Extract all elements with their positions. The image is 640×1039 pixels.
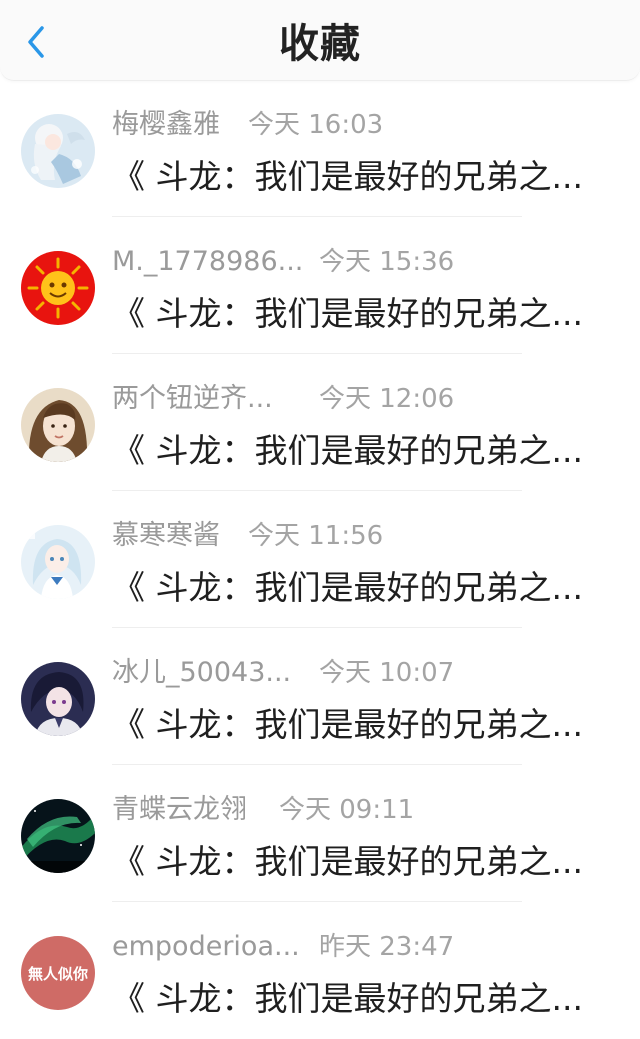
user-name: M._1778986... (112, 246, 304, 277)
timestamp: 今天 15:36 (319, 247, 455, 277)
top-nav-bar: 收藏 (0, 0, 640, 81)
page-title: 收藏 (279, 21, 361, 67)
user-name: 梅樱鑫雅 (112, 109, 220, 140)
timestamp: 今天 16:03 (248, 110, 384, 140)
avatar[interactable] (21, 525, 95, 599)
item-title: 《 斗龙：我们是最好的兄弟之... (112, 431, 583, 470)
timestamp: 昨天 23:47 (319, 932, 455, 962)
avatar[interactable] (21, 251, 95, 325)
user-name: 冰儿_50043... (112, 657, 292, 688)
avatar[interactable] (21, 114, 95, 188)
list-item[interactable]: 青蝶云龙翎 今天 09:11 《 斗龙：我们是最好的兄弟之... (0, 765, 640, 902)
avatar[interactable]: 無人似你 (21, 936, 95, 1010)
avatar-calligraphy-text: 無人似你 (28, 965, 88, 983)
favorites-list: 梅樱鑫雅 今天 16:03 《 斗龙：我们是最好的兄弟之... M._17789… (0, 80, 640, 1039)
avatar[interactable] (21, 662, 95, 736)
item-title: 《 斗龙：我们是最好的兄弟之... (112, 705, 583, 744)
avatar[interactable] (21, 388, 95, 462)
list-item[interactable]: 两个钮逆齐... 今天 12:06 《 斗龙：我们是最好的兄弟之... (0, 354, 640, 491)
avatar[interactable] (21, 799, 95, 873)
user-name: 两个钮逆齐... (112, 383, 273, 414)
timestamp: 今天 12:06 (319, 384, 455, 414)
user-name: empoderioa... (112, 931, 300, 962)
timestamp: 今天 09:11 (279, 795, 415, 825)
timestamp: 今天 10:07 (319, 658, 455, 688)
list-item[interactable]: 梅樱鑫雅 今天 16:03 《 斗龙：我们是最好的兄弟之... (0, 80, 640, 217)
user-name: 慕寒寒酱 (112, 520, 220, 551)
item-title: 《 斗龙：我们是最好的兄弟之... (112, 979, 583, 1018)
list-item[interactable]: M._1778986... 今天 15:36 《 斗龙：我们是最好的兄弟之... (0, 217, 640, 354)
timestamp: 今天 11:56 (248, 521, 384, 551)
list-item[interactable]: 冰儿_50043... 今天 10:07 《 斗龙：我们是最好的兄弟之... (0, 628, 640, 765)
user-name: 青蝶云龙翎 (112, 794, 247, 825)
list-item[interactable]: 無人似你 empoderioa... 昨天 23:47 《 斗龙：我们是最好的兄… (0, 902, 640, 1039)
list-item[interactable]: 慕寒寒酱 今天 11:56 《 斗龙：我们是最好的兄弟之... (0, 491, 640, 628)
item-title: 《 斗龙：我们是最好的兄弟之... (112, 157, 583, 196)
item-title: 《 斗龙：我们是最好的兄弟之... (112, 568, 583, 607)
item-title: 《 斗龙：我们是最好的兄弟之... (112, 842, 583, 881)
item-title: 《 斗龙：我们是最好的兄弟之... (112, 294, 583, 333)
